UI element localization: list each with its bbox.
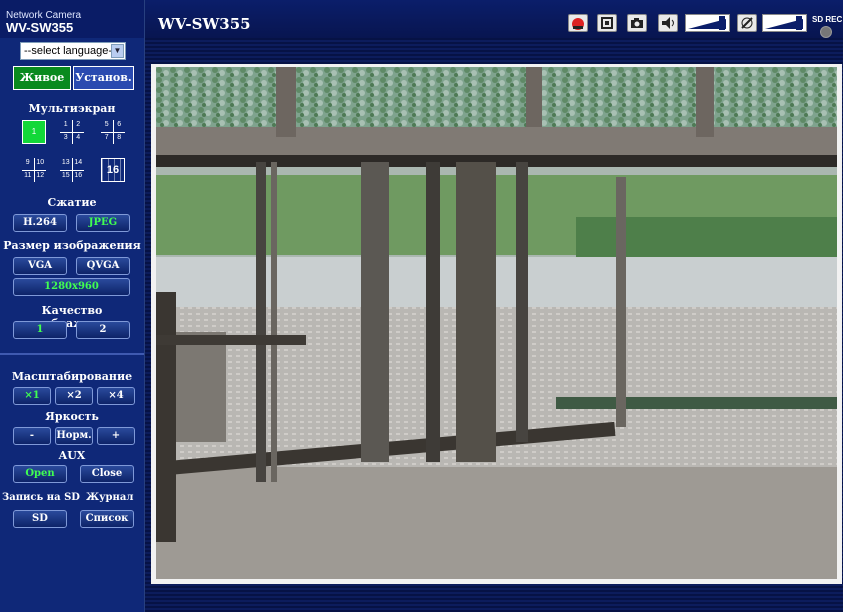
grid-cell: 5	[101, 120, 113, 132]
multiscreen-9-12-button[interactable]: 9 10 11 12	[22, 158, 46, 182]
resolution-1280x960-button[interactable]: 1280x960	[13, 278, 130, 296]
zoom-title: Масштабирование	[11, 370, 133, 383]
log-title: Журнал	[86, 492, 134, 503]
grid-cell: 6	[113, 120, 125, 132]
alarm-icon[interactable]	[568, 14, 588, 32]
image-size-title: Размер изображения	[3, 239, 141, 252]
grid-cell: 15	[60, 170, 72, 182]
live-video-panel[interactable]	[151, 64, 842, 584]
sd-rec-indicator	[820, 26, 832, 38]
grid-cell: 16	[72, 170, 84, 182]
h264-button[interactable]: H.264	[13, 214, 67, 232]
grid-cell: 3	[60, 132, 72, 144]
aux-title: AUX	[58, 449, 86, 462]
grid-cell: 2	[72, 120, 84, 132]
zoom-x1-button[interactable]: ×1	[13, 387, 51, 405]
tab-setup[interactable]: Установ.	[73, 66, 134, 90]
control-sidebar: --select language-- ▼ Живое Установ. Мул…	[0, 38, 145, 612]
compression-title: Сжатие	[47, 196, 97, 209]
vga-button[interactable]: VGA	[13, 257, 67, 275]
grid-cell: 4	[72, 132, 84, 144]
multiscreen-1-4-button[interactable]: 1 2 3 4	[60, 120, 84, 144]
sd-rec-label: SD REC	[812, 15, 843, 24]
mic-mute-icon[interactable]	[737, 14, 757, 32]
quality-1-button[interactable]: 1	[13, 321, 67, 339]
grid-cell: 14	[72, 158, 84, 170]
grid-cell: 10	[34, 158, 46, 170]
volume-icon[interactable]	[658, 14, 678, 32]
grid-cell: 8	[113, 132, 125, 144]
aux-close-button[interactable]: Close	[80, 465, 134, 483]
brightness-plus-button[interactable]: +	[97, 427, 135, 445]
brightness-title: Яркость	[45, 410, 99, 423]
grid-cell: 11	[22, 170, 34, 182]
multiscreen-16-label: 16	[102, 159, 124, 181]
multiscreen-5-8-button[interactable]: 5 6 7 8	[101, 120, 125, 144]
grid-cell: 12	[34, 170, 46, 182]
grid-cell: 7	[101, 132, 113, 144]
grid-cell: 1	[60, 120, 72, 132]
multiscreen-title: Мультиэкран	[28, 102, 116, 115]
language-select[interactable]: --select language-- ▼	[20, 42, 126, 60]
log-list-button[interactable]: Список	[80, 510, 134, 528]
zoom-x2-button[interactable]: ×2	[55, 387, 93, 405]
aux-open-button[interactable]: Open	[13, 465, 67, 483]
mic-slider[interactable]	[762, 14, 807, 32]
volume-slider[interactable]	[685, 14, 730, 32]
grid-cell: 13	[60, 158, 72, 170]
language-select-value: --select language--	[24, 45, 116, 57]
tab-live[interactable]: Живое	[13, 66, 71, 90]
divider	[0, 353, 144, 355]
top-bar: Network Camera WV-SW355 WV-SW355 SD REC	[0, 0, 843, 38]
snapshot-icon[interactable]	[627, 14, 647, 32]
sd-button[interactable]: SD	[13, 510, 67, 528]
fullscreen-icon[interactable]	[597, 14, 617, 32]
brand-model: WV-SW355	[6, 20, 74, 35]
multiscreen-1-button[interactable]: 1	[22, 120, 46, 144]
brightness-minus-button[interactable]: -	[13, 427, 51, 445]
brand-block: Network Camera WV-SW355	[0, 0, 145, 38]
zoom-x4-button[interactable]: ×4	[97, 387, 135, 405]
chevron-down-icon[interactable]: ▼	[111, 44, 124, 58]
qvga-button[interactable]: QVGA	[76, 257, 130, 275]
sd-record-title: Запись на SD	[2, 492, 80, 503]
camera-image	[156, 67, 837, 579]
grid-cell: 9	[22, 158, 34, 170]
multiscreen-13-16-button[interactable]: 13 14 15 16	[60, 158, 84, 182]
multiscreen-16-button[interactable]: 16	[101, 158, 125, 182]
jpeg-button[interactable]: JPEG	[76, 214, 130, 232]
brightness-normal-button[interactable]: Норм.	[55, 427, 93, 445]
quality-2-button[interactable]: 2	[76, 321, 130, 339]
multiscreen-1-label: 1	[31, 127, 37, 136]
page-title: WV-SW355	[158, 15, 251, 33]
